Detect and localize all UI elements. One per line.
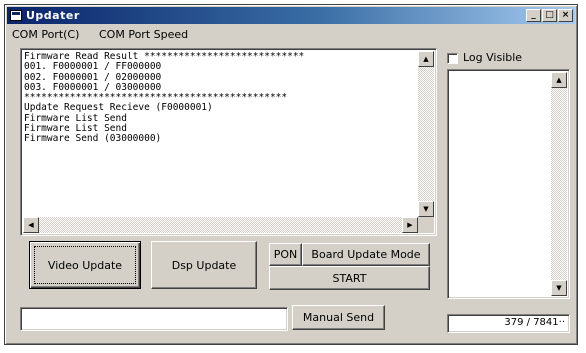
manual-send-label: Manual Send (302, 311, 375, 324)
log-listbox[interactable]: ▲ ▼ (447, 69, 570, 299)
pon-button[interactable]: PON (269, 243, 302, 266)
dsp-update-button[interactable]: Dsp Update (151, 241, 257, 289)
app-window-icon (10, 10, 22, 21)
window-title: Updater (26, 9, 80, 22)
close-button[interactable]: × (558, 9, 573, 22)
scroll-down-arrow-icon[interactable]: ▼ (551, 280, 567, 296)
scroll-down-arrow-icon[interactable]: ▼ (418, 201, 434, 217)
scrollbar-corner (418, 217, 434, 233)
focus-rectangle (34, 246, 136, 284)
log-vertical-scrollbar[interactable]: ▲ ▼ (418, 51, 434, 217)
title-bar[interactable]: Updater _ □ × (7, 7, 575, 24)
log-visible-checkbox[interactable] (447, 53, 458, 64)
board-update-mode-button[interactable]: Board Update Mode (302, 243, 430, 266)
log-horizontal-scrollbar[interactable]: ◀ ▶ (23, 217, 418, 233)
video-update-button[interactable]: Video Update (29, 241, 141, 289)
scroll-left-arrow-icon[interactable]: ◀ (23, 217, 39, 233)
pon-label: PON (273, 248, 298, 261)
scroll-up-arrow-icon[interactable]: ▲ (551, 72, 567, 88)
maximize-button[interactable]: □ (542, 9, 557, 22)
progress-status-field: 379 / 7841·· (447, 314, 570, 333)
log-textarea[interactable]: Firmware Read Result *******************… (20, 48, 437, 236)
progress-text: 379 / 7841·· (504, 317, 565, 328)
start-button[interactable]: START (269, 266, 430, 290)
dsp-update-label: Dsp Update (171, 258, 237, 272)
start-label: START (332, 271, 367, 285)
scroll-right-arrow-icon[interactable]: ▶ (402, 217, 418, 233)
menu-com-port-speed[interactable]: COM Port Speed (99, 28, 188, 41)
minimize-button[interactable]: _ (526, 9, 541, 22)
log-lines: Firmware Read Result *******************… (24, 52, 416, 217)
board-update-mode-label: Board Update Mode (311, 248, 421, 261)
log-visible-label[interactable]: Log Visible (463, 51, 522, 64)
manual-send-input[interactable] (20, 307, 288, 331)
listbox-vertical-scrollbar[interactable]: ▲ ▼ (551, 72, 567, 296)
manual-send-button[interactable]: Manual Send (292, 305, 385, 330)
log-line: Firmware Send (03000000) (24, 133, 162, 145)
menu-com-port[interactable]: COM Port(C) (12, 28, 79, 41)
updater-window: Updater _ □ × COM Port(C) COM Port Speed… (4, 4, 578, 345)
menu-bar: COM Port(C) COM Port Speed (7, 26, 575, 44)
scroll-up-arrow-icon[interactable]: ▲ (418, 51, 434, 67)
